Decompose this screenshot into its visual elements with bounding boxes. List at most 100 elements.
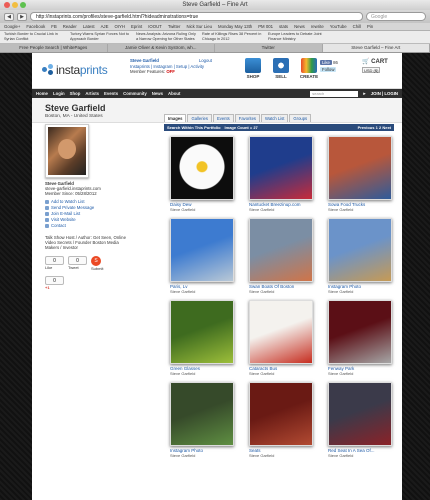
- create-button[interactable]: CREATE: [296, 58, 322, 79]
- image-card[interactable]: Nantucket Breezinup.com Steve Garfield: [249, 136, 317, 212]
- bookmark-item[interactable]: Google+: [4, 23, 20, 30]
- browser-tab[interactable]: Jamie Oliver & Kevin Systrom, wh...: [107, 44, 215, 52]
- address-bar[interactable]: http://instaprints.com/profiles/steve-ga…: [30, 12, 363, 21]
- join-login-link[interactable]: JOIN | LOGIN: [371, 91, 398, 96]
- image-thumbnail[interactable]: [328, 136, 392, 200]
- nav-item-home[interactable]: Home: [36, 91, 48, 96]
- image-card[interactable]: Fenway Park Steve Garfield: [328, 300, 396, 376]
- profile-tab-images[interactable]: Images: [164, 114, 187, 122]
- search-within-link[interactable]: Search Within This Portfolio: [167, 125, 221, 130]
- site-search-input[interactable]: search: [310, 90, 359, 97]
- bookmark-item[interactable]: Nick Sur Lieu: [186, 23, 212, 30]
- image-card[interactable]: Instagram Photo Steve Garfield: [328, 218, 396, 294]
- news-headline[interactable]: News Analysis: Arizona Ruling Only a Nar…: [136, 32, 196, 42]
- image-card[interactable]: Paris, Lv Steve Garfield: [170, 218, 238, 294]
- browser-tab[interactable]: Free People Search | WhitePages: [0, 44, 108, 52]
- logout-link[interactable]: Logout: [199, 58, 212, 64]
- nav-item-shop[interactable]: Shop: [70, 91, 81, 96]
- news-headline[interactable]: Rate of Killings Rises 38 Percent in Chi…: [202, 32, 262, 42]
- bookmark-item[interactable]: News: [294, 23, 305, 30]
- minimize-window-button[interactable]: [12, 2, 18, 8]
- image-card[interactable]: Sowa Food Trucks Steve Garfield: [328, 136, 396, 212]
- bookmark-item[interactable]: YouTube: [330, 23, 347, 30]
- forward-button[interactable]: ▶: [17, 12, 27, 21]
- bookmark-item[interactable]: AJE: [101, 23, 109, 30]
- bookmark-item[interactable]: Eprint: [131, 23, 142, 30]
- nav-item-about[interactable]: About: [168, 91, 180, 96]
- page-2[interactable]: 2: [379, 125, 381, 130]
- browser-tab[interactable]: Steve Garfield – Fine Art: [322, 44, 430, 52]
- nav-item-login[interactable]: Login: [53, 91, 65, 96]
- image-artist[interactable]: Steve Garfield: [328, 289, 396, 294]
- close-window-button[interactable]: [4, 2, 10, 8]
- image-card[interactable]: Instagram Photo Steve Garfield: [170, 382, 238, 458]
- facebook-like-share-button[interactable]: Like: [45, 265, 64, 270]
- bookmark-item[interactable]: Monday May 13th: [218, 23, 252, 30]
- news-headline[interactable]: Europe Leaders to Debate Joint Finance M…: [268, 32, 328, 42]
- image-thumbnail[interactable]: [170, 136, 234, 200]
- image-card[interactable]: Red Seat In A Sea Of... Steve Garfield: [328, 382, 396, 458]
- bookmark-item[interactable]: Reader: [63, 23, 77, 30]
- bookmark-item[interactable]: stats: [279, 23, 288, 30]
- tweet-button[interactable]: Tweet: [68, 265, 87, 270]
- image-artist[interactable]: Steve Garfield: [328, 207, 396, 212]
- bookmark-item[interactable]: Facebook: [26, 23, 45, 30]
- image-artist[interactable]: Steve Garfield: [170, 207, 238, 212]
- image-thumbnail[interactable]: [170, 382, 234, 446]
- profile-tab-groups[interactable]: Groups: [289, 114, 312, 122]
- profile-tab-galleries[interactable]: Galleries: [187, 114, 212, 122]
- instaprints-logo[interactable]: instaprints: [42, 63, 108, 77]
- image-thumbnail[interactable]: [249, 218, 313, 282]
- gplus-button[interactable]: +1: [45, 285, 64, 290]
- image-artist[interactable]: Steve Garfield: [249, 289, 317, 294]
- image-card[interactable]: Swan Boats Of Boston Steve Garfield: [249, 218, 317, 294]
- image-card[interactable]: Cataracts Bus Steve Garfield: [249, 300, 317, 376]
- back-button[interactable]: ◀: [4, 12, 14, 21]
- member-features-state[interactable]: OFF: [166, 69, 175, 74]
- facebook-like-button[interactable]: Like: [320, 60, 332, 65]
- bookmark-item[interactable]: Latest: [83, 23, 95, 30]
- browser-tab[interactable]: Twitter: [215, 44, 323, 52]
- bookmark-item[interactable]: Pin: [367, 23, 373, 30]
- image-thumbnail[interactable]: [170, 218, 234, 282]
- image-artist[interactable]: Steve Garfield: [170, 453, 238, 458]
- image-card[interactable]: Daisy Dew Steve Garfield: [170, 136, 238, 212]
- prev-page[interactable]: Previous: [358, 125, 375, 130]
- bookmark-item[interactable]: IOOUT: [148, 23, 162, 30]
- bookmark-item[interactable]: OIYH: [114, 23, 125, 30]
- profile-action-label[interactable]: Contact: [51, 223, 66, 229]
- bookmark-item[interactable]: FB: [51, 23, 57, 30]
- profile-action-link[interactable]: Contact: [45, 223, 155, 229]
- image-artist[interactable]: Steve Garfield: [249, 371, 317, 376]
- submit-button[interactable]: Submit: [91, 266, 103, 271]
- profile-tab-watch-list[interactable]: Watch List: [261, 114, 289, 122]
- page-1[interactable]: 1: [376, 125, 378, 130]
- search-go-icon[interactable]: ▸: [363, 91, 366, 97]
- google-search-field[interactable]: Google: [366, 12, 426, 21]
- image-thumbnail[interactable]: [249, 136, 313, 200]
- image-thumbnail[interactable]: [249, 300, 313, 364]
- bookmark-item[interactable]: Twitter: [168, 23, 181, 30]
- next-page[interactable]: Next: [382, 125, 391, 130]
- news-headline[interactable]: Turkish Border to Crucial Link in Syrian…: [4, 32, 64, 42]
- sell-button[interactable]: SELL: [268, 58, 294, 79]
- bookmark-item[interactable]: Chill: [353, 23, 361, 30]
- image-artist[interactable]: Steve Garfield: [170, 289, 238, 294]
- image-thumbnail[interactable]: [328, 382, 392, 446]
- image-thumbnail[interactable]: [249, 382, 313, 446]
- image-artist[interactable]: Steve Garfield: [170, 371, 238, 376]
- image-artist[interactable]: Steve Garfield: [328, 453, 396, 458]
- image-thumbnail[interactable]: [328, 218, 392, 282]
- image-thumbnail[interactable]: [328, 300, 392, 364]
- cart-link[interactable]: 🛒 CART: [362, 58, 388, 65]
- shop-button[interactable]: SHOP: [240, 58, 266, 79]
- bookmark-item[interactable]: PM 001: [258, 23, 273, 30]
- twitter-follow-button[interactable]: Follow: [320, 67, 337, 72]
- zoom-window-button[interactable]: [20, 2, 26, 8]
- profile-tab-favorites[interactable]: Favorites: [234, 114, 261, 122]
- image-artist[interactable]: Steve Garfield: [249, 453, 317, 458]
- image-card[interactable]: Seats Steve Garfield: [249, 382, 317, 458]
- nav-item-events[interactable]: Events: [104, 91, 118, 96]
- profile-tab-events[interactable]: Events: [212, 114, 234, 122]
- currency-select[interactable]: USD ($): [362, 67, 380, 73]
